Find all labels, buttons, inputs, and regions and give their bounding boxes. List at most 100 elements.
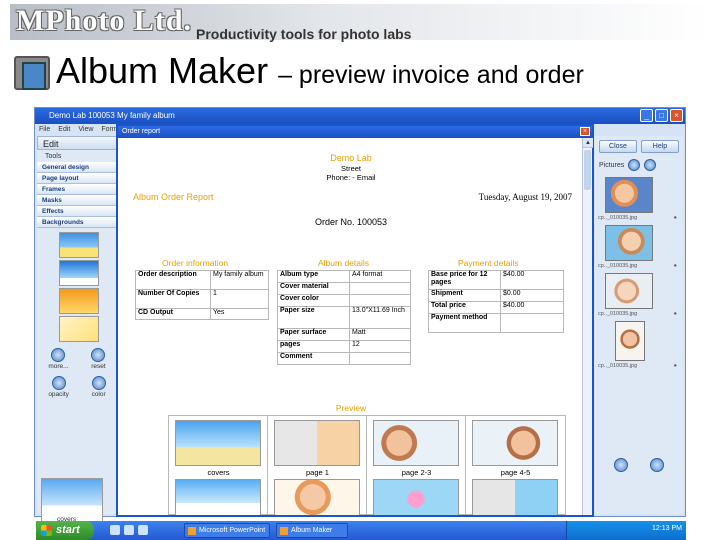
order-report-dialog: Order report × ▲ Demo Lab Street Phone: … [116, 124, 594, 517]
background-thumb[interactable] [59, 316, 99, 342]
album-details-header: Album details [318, 258, 370, 268]
menu-edit[interactable]: Edit [58, 124, 70, 135]
edit-header[interactable]: Edit [37, 136, 117, 150]
picture-remove-icon[interactable]: ● [674, 215, 677, 221]
album-detail-value [349, 294, 411, 307]
preview-cell: page 1 [268, 416, 367, 515]
task-album-maker[interactable]: Album Maker [276, 523, 348, 538]
payment-value [500, 313, 564, 333]
color-button[interactable]: color [92, 376, 106, 398]
slide-title-main: Album Maker [56, 50, 269, 91]
tool-general-design[interactable]: General design [37, 162, 117, 173]
ie-icon[interactable] [110, 525, 120, 535]
album-detail-key: Comment [277, 352, 350, 365]
picture-filename: cp.._010035.jpg [598, 311, 638, 317]
taskbar: start Microsoft PowerPoint ... Album Mak… [36, 521, 686, 540]
picture-remove-icon[interactable]: ● [674, 363, 677, 369]
payment-key: Base price for 12 pages [428, 270, 501, 290]
background-thumb[interactable] [59, 260, 99, 286]
picture-name: cp.._010035.jpg ● [595, 263, 683, 269]
payment-value: $0.00 [500, 289, 564, 302]
picture-name: cp.._010035.jpg ● [595, 215, 683, 221]
order-info-value: My family album [210, 270, 269, 290]
book-icon [14, 56, 50, 90]
picture-thumb[interactable] [605, 273, 653, 309]
order-number: Order No. 100053 [314, 217, 388, 227]
pictures-panel: Close Help Pictures cp.._010035.jpg ● cp.… [595, 136, 683, 514]
more-reset-row: more... reset [37, 348, 117, 370]
preview-label: page 2-3 [401, 468, 432, 477]
picture-remove-icon[interactable]: ● [674, 311, 677, 317]
media-icon[interactable] [124, 525, 134, 535]
picture-thumb[interactable] [605, 225, 653, 261]
tool-frames[interactable]: Frames [37, 184, 117, 195]
previous-picture-icon[interactable] [614, 458, 628, 472]
tool-backgrounds[interactable]: Backgrounds [37, 217, 117, 228]
background-thumbnails [59, 232, 99, 342]
close-button[interactable]: Close [599, 140, 637, 153]
preview-image [472, 479, 558, 515]
lab-phone: Phone: - Email [326, 173, 376, 182]
dialog-close-button[interactable]: × [580, 127, 590, 136]
reset-icon [91, 348, 106, 362]
desktop-icon[interactable] [138, 525, 148, 535]
menu-view[interactable]: View [78, 124, 93, 135]
preview-cell: page 4-5 [466, 416, 565, 515]
picture-thumb[interactable] [605, 177, 653, 213]
report-body: Demo Lab Street Phone: - Email Album Ord… [118, 138, 584, 515]
payment-details-header: Payment details [458, 258, 519, 268]
tools-label: Tools [45, 153, 62, 160]
album-detail-value: Matt [349, 328, 411, 341]
preview-label: covers [207, 468, 230, 477]
remove-picture-icon[interactable] [628, 159, 641, 171]
more-button[interactable]: more... [48, 348, 69, 370]
payment-value: $40.00 [500, 270, 564, 290]
menu-file[interactable]: File [39, 124, 50, 135]
payment-key: Payment method [428, 313, 501, 333]
scroll-thumb[interactable] [584, 150, 591, 190]
preview-label: page 4-5 [500, 468, 531, 477]
album-detail-key: pages [277, 340, 350, 353]
picture-thumb[interactable] [615, 321, 645, 361]
close-window-button[interactable]: × [670, 109, 683, 122]
tool-effects[interactable]: Effects [37, 206, 117, 217]
preview-image [472, 420, 558, 466]
album-detail-key: Paper surface [277, 328, 350, 341]
minimize-button[interactable]: _ [640, 109, 653, 122]
add-picture-icon[interactable] [644, 159, 657, 171]
scroll-up-icon[interactable]: ▲ [583, 138, 593, 148]
start-button[interactable]: start [36, 521, 94, 540]
album-detail-value: 13.0"X11.69 Inch [349, 306, 411, 329]
slide-title: Album Maker – preview invoice and order [56, 50, 584, 92]
picture-remove-icon[interactable]: ● [674, 263, 677, 269]
opacity-button[interactable]: opacity [48, 376, 69, 398]
album-details-table: Album type A4 format Cover material Cover… [277, 270, 411, 365]
tool-page-layout[interactable]: Page layout [37, 173, 117, 184]
background-thumb[interactable] [59, 288, 99, 314]
picture-filename: cp.._010035.jpg [598, 215, 638, 221]
album-detail-value: 12 [349, 340, 411, 353]
help-button[interactable]: Help [641, 140, 679, 153]
preview-grid: covers page 1 page 2-3 page 4-5 [168, 415, 566, 515]
next-picture-icon[interactable] [650, 458, 664, 472]
payment-key: Total price [428, 301, 501, 314]
preview-image [175, 479, 261, 515]
maximize-button[interactable]: □ [655, 109, 668, 122]
app-title-bar: Demo Lab 100053 My family album _ □ × [35, 108, 685, 124]
payment-value: $40.00 [500, 301, 564, 314]
dialog-title-bar: Order report × [118, 126, 592, 138]
task-powerpoint[interactable]: Microsoft PowerPoint ... [184, 523, 270, 538]
tool-masks[interactable]: Masks [37, 195, 117, 206]
picture-name: cp.._010035.jpg ● [595, 311, 683, 317]
reset-button[interactable]: reset [91, 348, 106, 370]
opacity-label: opacity [48, 391, 69, 398]
album-detail-value: A4 format [349, 270, 411, 283]
order-info-key: CD Output [135, 308, 211, 320]
order-info-key: Number Of Copies [135, 289, 211, 309]
picture-filename: cp.._010035.jpg [598, 363, 638, 369]
more-icon [51, 348, 66, 362]
lab-street: Street [340, 164, 361, 173]
background-thumb[interactable] [59, 232, 99, 258]
payment-key: Shipment [428, 289, 501, 302]
album-detail-value [349, 352, 411, 365]
